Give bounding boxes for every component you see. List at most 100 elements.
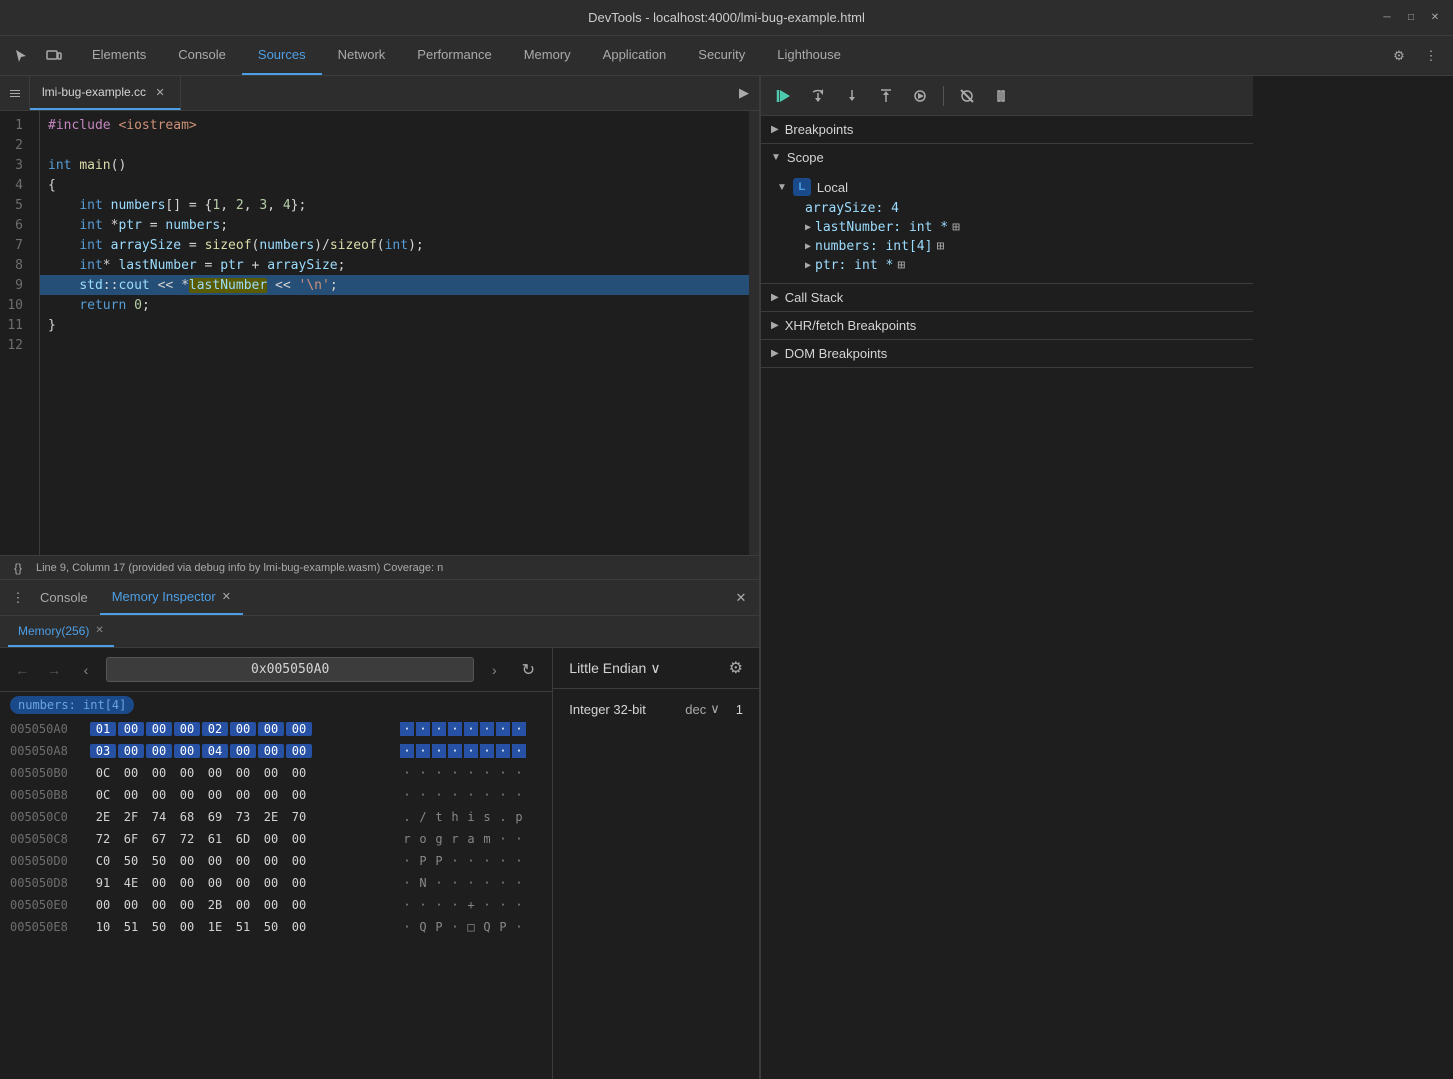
step-button[interactable] [905, 81, 935, 111]
xhr-breakpoints-header[interactable]: ▶ XHR/fetch Breakpoints [761, 312, 1253, 339]
top-nav: Elements Console Sources Network Perform… [0, 36, 1453, 76]
file-tab-actions[interactable]: ▶ [729, 76, 759, 110]
endian-selector[interactable]: Little Endian ∨ [569, 660, 660, 677]
scope-local-vars: arraySize: 4 ▶ lastNumber: int *⊞ ▶ numb… [777, 199, 1237, 275]
tab-application[interactable]: Application [587, 36, 683, 75]
refresh-button[interactable]: ↻ [514, 656, 542, 684]
bottom-tabs-bar: ⋮ Console Memory Inspector ✕ ✕ [0, 580, 759, 616]
integer-32-row: Integer 32-bit dec ∨ 1 [569, 701, 743, 717]
code-line-2 [40, 135, 749, 155]
format-brackets-icon[interactable]: {} [8, 558, 28, 578]
scope-numbers: ▶ numbers: int[4]⊞ [805, 237, 1237, 256]
call-stack-section: ▶ Call Stack [761, 284, 1253, 312]
address-input[interactable] [106, 657, 474, 682]
last-number-arrow-icon[interactable]: ▶ [805, 222, 811, 233]
nav-icons [0, 42, 76, 70]
scope-label: Scope [787, 150, 824, 165]
hex-row-1: 005050A8 03 00 00 00 04 00 00 00 [0, 740, 552, 762]
pause-on-exceptions-button[interactable] [986, 81, 1016, 111]
tab-memory-inspector[interactable]: Memory Inspector ✕ [100, 580, 243, 615]
right-panel: ▶ Breakpoints ▼ Scope ▼ L Local [760, 76, 1253, 1079]
xhr-arrow-icon: ▶ [771, 320, 779, 331]
code-lines: #include <iostream> int main() { int num… [40, 111, 749, 555]
hex-panel: ← → ‹ › ↻ numbers: int[4] [0, 648, 553, 1079]
call-stack-header[interactable]: ▶ Call Stack [761, 284, 1253, 311]
hex-row-2: 005050B0 0C000000 00000000 ···· ···· [0, 762, 552, 784]
ptr-arrow-icon[interactable]: ▶ [805, 260, 811, 271]
memory-sub-tab-256[interactable]: Memory(256) ✕ [8, 616, 114, 647]
tab-console-bottom[interactable]: Console [28, 580, 100, 615]
cursor-icon[interactable] [8, 42, 36, 70]
tab-memory[interactable]: Memory [508, 36, 587, 75]
toggle-sidebar-button[interactable] [0, 76, 30, 110]
format-selector[interactable]: dec ∨ [685, 701, 719, 717]
deactivate-breakpoints-button[interactable] [952, 81, 982, 111]
code-line-11: } [40, 315, 749, 335]
call-stack-arrow-icon: ▶ [771, 292, 779, 303]
code-area: 1 2 3 4 5 6 7 8 9 10 11 12 #include <ios… [0, 111, 759, 555]
step-over-button[interactable] [803, 81, 833, 111]
bottom-more-icon[interactable]: ⋮ [8, 588, 28, 608]
hex-row-9: 005050E8 10515000 1E515000 ·QP· □QP· [0, 916, 552, 938]
sources-panel: lmi-bug-example.cc ✕ ▶ 1 2 3 4 5 6 7 8 9… [0, 76, 759, 579]
settings-gear-icon[interactable]: ⚙ [729, 658, 743, 678]
hex-variable-label: numbers: int[4] [10, 696, 134, 714]
file-tab-close-button[interactable]: ✕ [152, 84, 168, 100]
resume-button[interactable] [769, 81, 799, 111]
dom-breakpoints-header[interactable]: ▶ DOM Breakpoints [761, 340, 1253, 367]
local-arrow-icon: ▼ [777, 182, 787, 193]
tab-elements[interactable]: Elements [76, 36, 162, 75]
scope-last-number: ▶ lastNumber: int *⊞ [805, 218, 1237, 237]
breakpoints-section: ▶ Breakpoints [761, 116, 1253, 144]
close-button[interactable]: ✕ [1427, 10, 1443, 26]
hex-row-4: 005050C0 2E2F7468 69732E70 ./th is.p [0, 806, 552, 828]
tab-network[interactable]: Network [322, 36, 402, 75]
hex-row-8: 005050E0 00000000 2B000000 ···· +··· [0, 894, 552, 916]
tab-security[interactable]: Security [682, 36, 761, 75]
minimize-button[interactable]: ─ [1379, 10, 1395, 26]
code-line-7: int arraySize = sizeof(numbers)/sizeof(i… [40, 235, 749, 255]
code-line-1: #include <iostream> [40, 115, 749, 135]
numbers-arrow-icon[interactable]: ▶ [805, 241, 811, 252]
format-dec-label: dec [685, 702, 706, 717]
file-tabs: lmi-bug-example.cc ✕ ▶ [0, 76, 759, 111]
tab-sources[interactable]: Sources [242, 36, 322, 75]
local-label: Local [817, 180, 848, 195]
history-back-button[interactable]: ← [10, 658, 34, 682]
scope-section: ▼ Scope ▼ L Local arraySize: 4 ▶ [761, 144, 1253, 284]
file-tab-lmi[interactable]: lmi-bug-example.cc ✕ [30, 76, 181, 110]
close-all-button[interactable]: ✕ [731, 588, 751, 608]
next-address-button[interactable]: › [482, 658, 506, 682]
device-toolbar-icon[interactable] [40, 42, 68, 70]
hex-row-5: 005050C8 726F6772 616D0000 rogr am·· [0, 828, 552, 850]
dom-arrow-icon: ▶ [771, 348, 779, 359]
step-into-button[interactable] [837, 81, 867, 111]
breakpoints-header[interactable]: ▶ Breakpoints [761, 116, 1253, 143]
tab-lighthouse[interactable]: Lighthouse [761, 36, 857, 75]
tab-performance[interactable]: Performance [401, 36, 507, 75]
maximize-button[interactable]: □ [1403, 10, 1419, 26]
scope-header[interactable]: ▼ Scope [761, 144, 1253, 171]
tab-console[interactable]: Console [162, 36, 242, 75]
status-bar: {} Line 9, Column 17 (provided via debug… [0, 555, 759, 579]
prev-address-button[interactable]: ‹ [74, 658, 98, 682]
integer-32-label: Integer 32-bit [569, 702, 669, 717]
memory-inspector-close-button[interactable]: ✕ [222, 590, 231, 603]
nav-right: ⚙ ⋮ [1385, 42, 1453, 70]
hex-label-bar: numbers: int[4] [0, 692, 552, 718]
memory-panel: Memory(256) ✕ ← → ‹ › [0, 616, 759, 1079]
vertical-scrollbar[interactable] [749, 111, 759, 555]
main-layout: lmi-bug-example.cc ✕ ▶ 1 2 3 4 5 6 7 8 9… [0, 76, 1453, 1079]
breakpoints-label: Breakpoints [785, 122, 854, 137]
settings-icon[interactable]: ⚙ [1385, 42, 1413, 70]
memory-256-close-button[interactable]: ✕ [95, 625, 103, 636]
dom-breakpoints-section: ▶ DOM Breakpoints [761, 340, 1253, 368]
debug-separator [943, 86, 944, 106]
info-body: Integer 32-bit dec ∨ 1 [553, 689, 759, 737]
history-forward-button[interactable]: → [42, 658, 66, 682]
hex-row-0: 005050A0 01 00 00 00 02 00 00 00 [0, 718, 552, 740]
step-out-button[interactable] [871, 81, 901, 111]
memory-content: ← → ‹ › ↻ numbers: int[4] [0, 648, 759, 1079]
info-panel: Little Endian ∨ ⚙ Integer 32-bit dec ∨ [553, 648, 759, 1079]
more-icon[interactable]: ⋮ [1417, 42, 1445, 70]
